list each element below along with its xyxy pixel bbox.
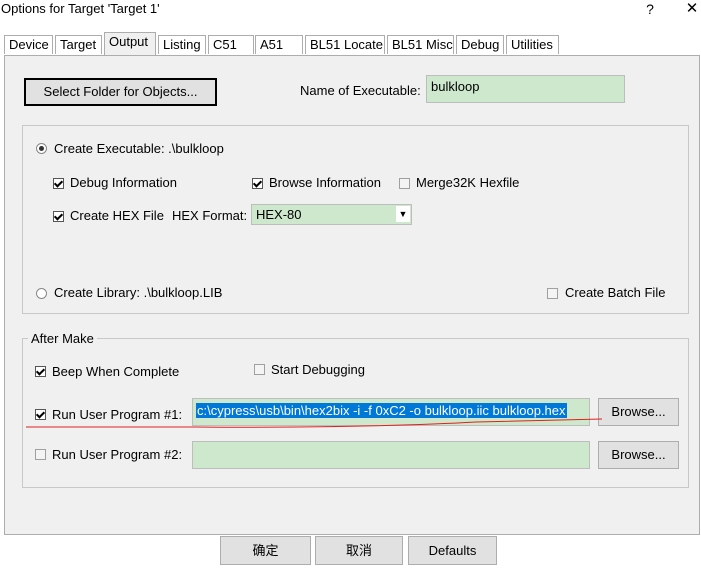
tab-device[interactable]: Device [4, 35, 53, 54]
start-debugging-checkbox[interactable] [254, 364, 265, 375]
create-executable-radio[interactable] [36, 143, 47, 154]
browse-button-2[interactable]: Browse... [598, 441, 679, 469]
tab-a51[interactable]: A51 [255, 35, 303, 54]
create-batch-label: Create Batch File [565, 285, 666, 300]
browse-info-checkbox[interactable] [252, 178, 263, 189]
hex-format-select[interactable]: HEX-80 ▼ [251, 204, 412, 225]
browse-button-1[interactable]: Browse... [598, 398, 679, 426]
chevron-down-icon[interactable]: ▼ [396, 206, 410, 222]
tab-target[interactable]: Target [55, 35, 102, 54]
merge32k-label: Merge32K Hexfile [416, 175, 520, 190]
tab-debug[interactable]: Debug [456, 35, 504, 54]
start-debugging-label: Start Debugging [271, 362, 365, 377]
tab-output[interactable]: Output [104, 32, 156, 55]
merge32k-checkbox[interactable] [399, 178, 410, 189]
cancel-button[interactable]: 取消 [315, 536, 403, 565]
run-program-2-label: Run User Program #2: [52, 447, 183, 462]
create-hex-checkbox[interactable] [53, 211, 64, 222]
annotation-underline [26, 418, 602, 428]
beep-complete-label: Beep When Complete [52, 364, 180, 379]
create-library-label: Create Library: .\bulkloop.LIB [54, 285, 223, 300]
tab-c51[interactable]: C51 [208, 35, 254, 54]
run-program-2-input[interactable] [192, 441, 590, 469]
name-executable-label: Name of Executable: [300, 83, 421, 98]
name-executable-input[interactable]: bulkloop [426, 75, 625, 103]
run-program-1-value: c:\cypress\usb\bin\hex2bix -i -f 0xC2 -o… [196, 403, 567, 418]
run-program-2-checkbox[interactable] [35, 449, 46, 460]
create-library-radio[interactable] [36, 288, 47, 299]
tab-listing[interactable]: Listing [158, 35, 206, 54]
close-icon[interactable]: ✕ [683, 0, 701, 20]
debug-info-label: Debug Information [70, 175, 177, 190]
tab-utilities[interactable]: Utilities [506, 35, 559, 54]
debug-info-checkbox[interactable] [53, 178, 64, 189]
beep-complete-checkbox[interactable] [35, 366, 46, 377]
tab-bl51-locate[interactable]: BL51 Locate [305, 35, 385, 54]
create-executable-label: Create Executable: .\bulkloop [54, 141, 224, 156]
after-make-label: After Make [28, 331, 97, 346]
browse-info-label: Browse Information [269, 175, 381, 190]
defaults-button[interactable]: Defaults [408, 536, 497, 565]
hex-format-label: HEX Format: [172, 208, 248, 223]
create-batch-checkbox[interactable] [547, 288, 558, 299]
ok-button[interactable]: 确定 [220, 536, 311, 565]
title-bar: Options for Target 'Target 1' ? ✕ [0, 0, 701, 22]
tab-bl51-misc[interactable]: BL51 Misc [387, 35, 454, 54]
hex-format-value: HEX-80 [256, 207, 302, 222]
help-icon[interactable]: ? [640, 0, 660, 20]
create-hex-label: Create HEX File [70, 208, 164, 223]
select-folder-button[interactable]: Select Folder for Objects... [24, 78, 217, 106]
window-title: Options for Target 'Target 1' [1, 1, 160, 16]
